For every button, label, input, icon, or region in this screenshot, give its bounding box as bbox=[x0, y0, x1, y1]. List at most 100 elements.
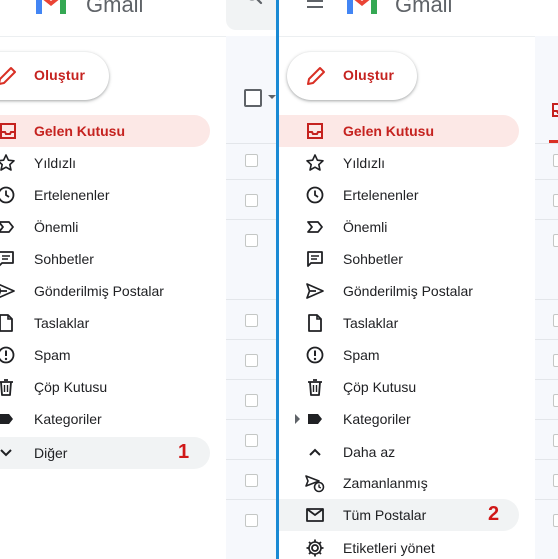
nav-important-label: Önemli bbox=[34, 219, 79, 235]
row-checkbox[interactable] bbox=[553, 354, 558, 367]
chat-icon bbox=[0, 251, 14, 267]
clock-icon bbox=[0, 186, 15, 204]
label-icon bbox=[308, 414, 322, 424]
nav-more[interactable]: Diğer 1 bbox=[0, 437, 210, 469]
nav-scheduled-label: Zamanlanmış bbox=[343, 475, 428, 491]
nav-scheduled[interactable]: Zamanlanmış bbox=[279, 467, 519, 499]
nav-snoozed-label: Ertelenenler bbox=[343, 187, 419, 203]
nav-starred-label: Yıldızlı bbox=[343, 155, 386, 171]
nav-sent-label: Gönderilmiş Postalar bbox=[343, 283, 473, 299]
chevron-down-icon bbox=[0, 449, 12, 457]
important-icon bbox=[0, 221, 14, 233]
send-icon bbox=[306, 283, 324, 299]
row-checkbox[interactable] bbox=[245, 314, 258, 327]
mail-list-strip bbox=[226, 36, 276, 559]
search-bar[interactable] bbox=[226, 0, 276, 30]
nav-manage-labels[interactable]: Etiketleri yönet bbox=[279, 532, 519, 559]
gmail-brand-text: Gmail bbox=[86, 0, 144, 17]
nav-spam[interactable]: Spam bbox=[279, 339, 519, 371]
nav-starred[interactable]: Yıldızlı bbox=[279, 147, 519, 179]
nav-important[interactable]: Önemli bbox=[279, 211, 519, 243]
row-checkbox[interactable] bbox=[553, 514, 558, 527]
nav-categories[interactable]: Kategoriler bbox=[279, 403, 519, 435]
compose-button[interactable]: Oluştur bbox=[287, 52, 417, 100]
row-checkbox[interactable] bbox=[245, 154, 258, 167]
nav-categories-label: Kategoriler bbox=[343, 411, 411, 427]
nav-drafts-label: Taslaklar bbox=[343, 315, 399, 331]
draft-icon bbox=[308, 314, 322, 332]
important-icon bbox=[307, 221, 323, 233]
select-caret-icon[interactable] bbox=[268, 95, 276, 99]
clock-icon bbox=[306, 186, 324, 204]
row-checkbox[interactable] bbox=[245, 514, 258, 527]
nav-snoozed[interactable]: Ertelenenler bbox=[279, 179, 519, 211]
nav-all-mail[interactable]: Tüm Postalar 2 bbox=[279, 499, 519, 531]
chat-icon bbox=[307, 251, 323, 267]
spam-icon bbox=[0, 346, 15, 364]
compose-label: Oluştur bbox=[343, 67, 395, 83]
mail-icon bbox=[306, 508, 324, 522]
nav-starred[interactable]: Yıldızlı bbox=[0, 147, 210, 179]
inbox-icon bbox=[0, 123, 16, 139]
nav-inbox[interactable]: Gelen Kutusu bbox=[279, 115, 519, 147]
mail-list-strip bbox=[535, 36, 558, 559]
nav-categories[interactable]: Kategoriler bbox=[0, 403, 210, 435]
row-checkbox[interactable] bbox=[245, 354, 258, 367]
nav-chats[interactable]: Sohbetler bbox=[279, 243, 519, 275]
nav-inbox[interactable]: Gelen Kutusu bbox=[0, 115, 210, 147]
nav-drafts[interactable]: Taslaklar bbox=[0, 307, 210, 339]
star-icon bbox=[0, 154, 15, 171]
nav-important[interactable]: Önemli bbox=[0, 211, 210, 243]
star-icon bbox=[306, 154, 324, 171]
spam-icon bbox=[306, 346, 324, 364]
compose-button[interactable]: Oluştur bbox=[0, 52, 109, 100]
inbox-tab-icon[interactable] bbox=[551, 102, 558, 118]
row-checkbox[interactable] bbox=[245, 194, 258, 207]
row-checkbox[interactable] bbox=[553, 314, 558, 327]
expand-arrow-icon[interactable] bbox=[295, 414, 300, 424]
step-2-marker: 2 bbox=[488, 503, 500, 525]
nav-trash[interactable]: Çöp Kutusu bbox=[0, 371, 210, 403]
nav-important-label: Önemli bbox=[343, 219, 388, 235]
gmail-header: Gmail bbox=[0, 0, 276, 37]
search-icon[interactable] bbox=[244, 0, 264, 6]
nav-less[interactable]: Daha az bbox=[279, 436, 519, 468]
inbox-icon bbox=[307, 123, 323, 139]
nav-all-mail-label: Tüm Postalar bbox=[343, 507, 427, 523]
scheduled-send-icon bbox=[305, 475, 325, 493]
left-screenshot-panel: Gmail Oluştur Gelen Kutusu Yıldızlı Erte… bbox=[0, 0, 276, 559]
nav-categories-label: Kategoriler bbox=[34, 411, 102, 427]
row-checkbox[interactable] bbox=[553, 434, 558, 447]
nav-drafts-label: Taslaklar bbox=[34, 315, 90, 331]
nav-chats[interactable]: Sohbetler bbox=[0, 243, 210, 275]
nav-chats-label: Sohbetler bbox=[34, 251, 94, 267]
nav-trash-label: Çöp Kutusu bbox=[343, 379, 417, 395]
nav-inbox-label: Gelen Kutusu bbox=[34, 123, 126, 139]
main-menu-icon[interactable] bbox=[303, 0, 327, 14]
draft-icon bbox=[0, 314, 13, 332]
nav-snoozed[interactable]: Ertelenenler bbox=[0, 179, 210, 211]
row-checkbox[interactable] bbox=[245, 234, 258, 247]
row-checkbox[interactable] bbox=[553, 194, 558, 207]
nav-snoozed-label: Ertelenenler bbox=[34, 187, 110, 203]
nav-manage-labels-label: Etiketleri yönet bbox=[343, 540, 435, 556]
row-checkbox[interactable] bbox=[553, 154, 558, 167]
nav-sent[interactable]: Gönderilmiş Postalar bbox=[279, 275, 519, 307]
row-checkbox[interactable] bbox=[245, 474, 258, 487]
select-all-checkbox[interactable] bbox=[244, 89, 262, 107]
row-checkbox[interactable] bbox=[245, 434, 258, 447]
nav-trash[interactable]: Çöp Kutusu bbox=[279, 371, 519, 403]
send-icon bbox=[0, 283, 15, 299]
row-checkbox[interactable] bbox=[553, 474, 558, 487]
row-checkbox[interactable] bbox=[553, 234, 558, 247]
pencil-icon bbox=[0, 67, 16, 85]
row-checkbox[interactable] bbox=[553, 394, 558, 407]
row-checkbox[interactable] bbox=[245, 394, 258, 407]
nav-trash-label: Çöp Kutusu bbox=[34, 379, 108, 395]
nav-spam[interactable]: Spam bbox=[0, 339, 210, 371]
nav-sent[interactable]: Gönderilmiş Postalar bbox=[0, 275, 210, 307]
nav-spam-label: Spam bbox=[343, 347, 380, 363]
nav-less-label: Daha az bbox=[343, 444, 396, 460]
nav-drafts[interactable]: Taslaklar bbox=[279, 307, 519, 339]
gmail-logo-icon bbox=[345, 0, 379, 16]
